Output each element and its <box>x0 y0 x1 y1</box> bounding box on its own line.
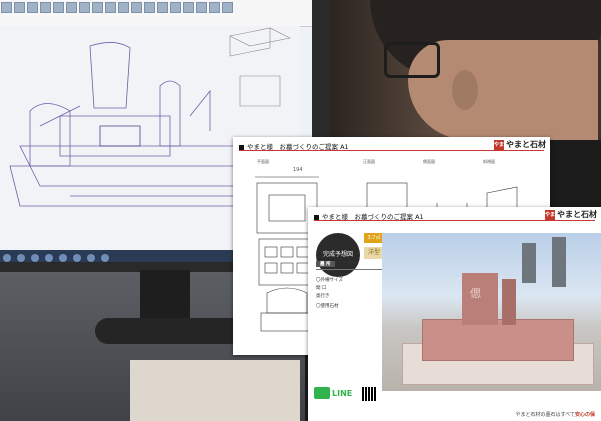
line-text: LINE <box>332 388 353 398</box>
view-label-plan: 平面図 <box>257 159 269 164</box>
type-badge: 洋型 <box>364 247 384 259</box>
tomb-rendering-photo: 偲 <box>382 233 601 391</box>
spec-line-width: 間 口 <box>316 286 327 291</box>
person-ear <box>452 70 478 110</box>
line-logo: LINE <box>314 387 352 399</box>
tomb-base <box>422 319 574 361</box>
spec-heading-stone: 〇使用石材 <box>316 304 339 309</box>
header-rule-2 <box>314 220 595 221</box>
line-icon <box>314 387 330 399</box>
tombstone-inscription: 偲 <box>470 287 481 300</box>
spec-value: 〇〇墓所 <box>338 262 357 267</box>
proposal-photo-sheet: やまと様 お墓づくりのご提案 A1 やまと やまと石材 完成予想図 3.7㎡ 洋… <box>308 207 601 421</box>
logo-text-2: やまと石材 <box>557 210 597 219</box>
logo-text: やまと石材 <box>506 140 546 149</box>
background-building <box>522 243 536 283</box>
view-label-side: 側面図 <box>423 159 435 164</box>
spec-heading: 〇外柵サイズ <box>316 278 343 283</box>
desk-paper <box>130 360 300 421</box>
qr-code <box>362 387 376 401</box>
spec-line-depth: 奥行き <box>316 294 330 299</box>
preview-badge: 完成予想図 <box>316 233 360 277</box>
size-badge: 3.7㎡ <box>364 233 384 243</box>
company-logo: やまと やまと石材 <box>494 139 546 158</box>
spec-bar: 墓 所〇〇墓所 <box>316 261 382 270</box>
logo-mark: やまと <box>494 139 505 158</box>
cad-toolbar <box>0 0 312 27</box>
header-rule <box>239 150 544 151</box>
footer-note: やまと石材の墓石はすべて安心の保 <box>515 412 595 418</box>
glasses <box>384 42 440 78</box>
company-logo-2: やまと やまと石材 <box>545 209 597 228</box>
view-label-perspective: 斜視図 <box>483 159 495 164</box>
logo-mark-2: やまと <box>545 209 556 228</box>
monitor-base <box>95 318 245 344</box>
spec-label: 墓 所 <box>316 261 335 267</box>
background-building-2 <box>552 237 566 287</box>
tombstone-side <box>502 279 516 325</box>
view-label-front: 正面図 <box>363 159 375 164</box>
